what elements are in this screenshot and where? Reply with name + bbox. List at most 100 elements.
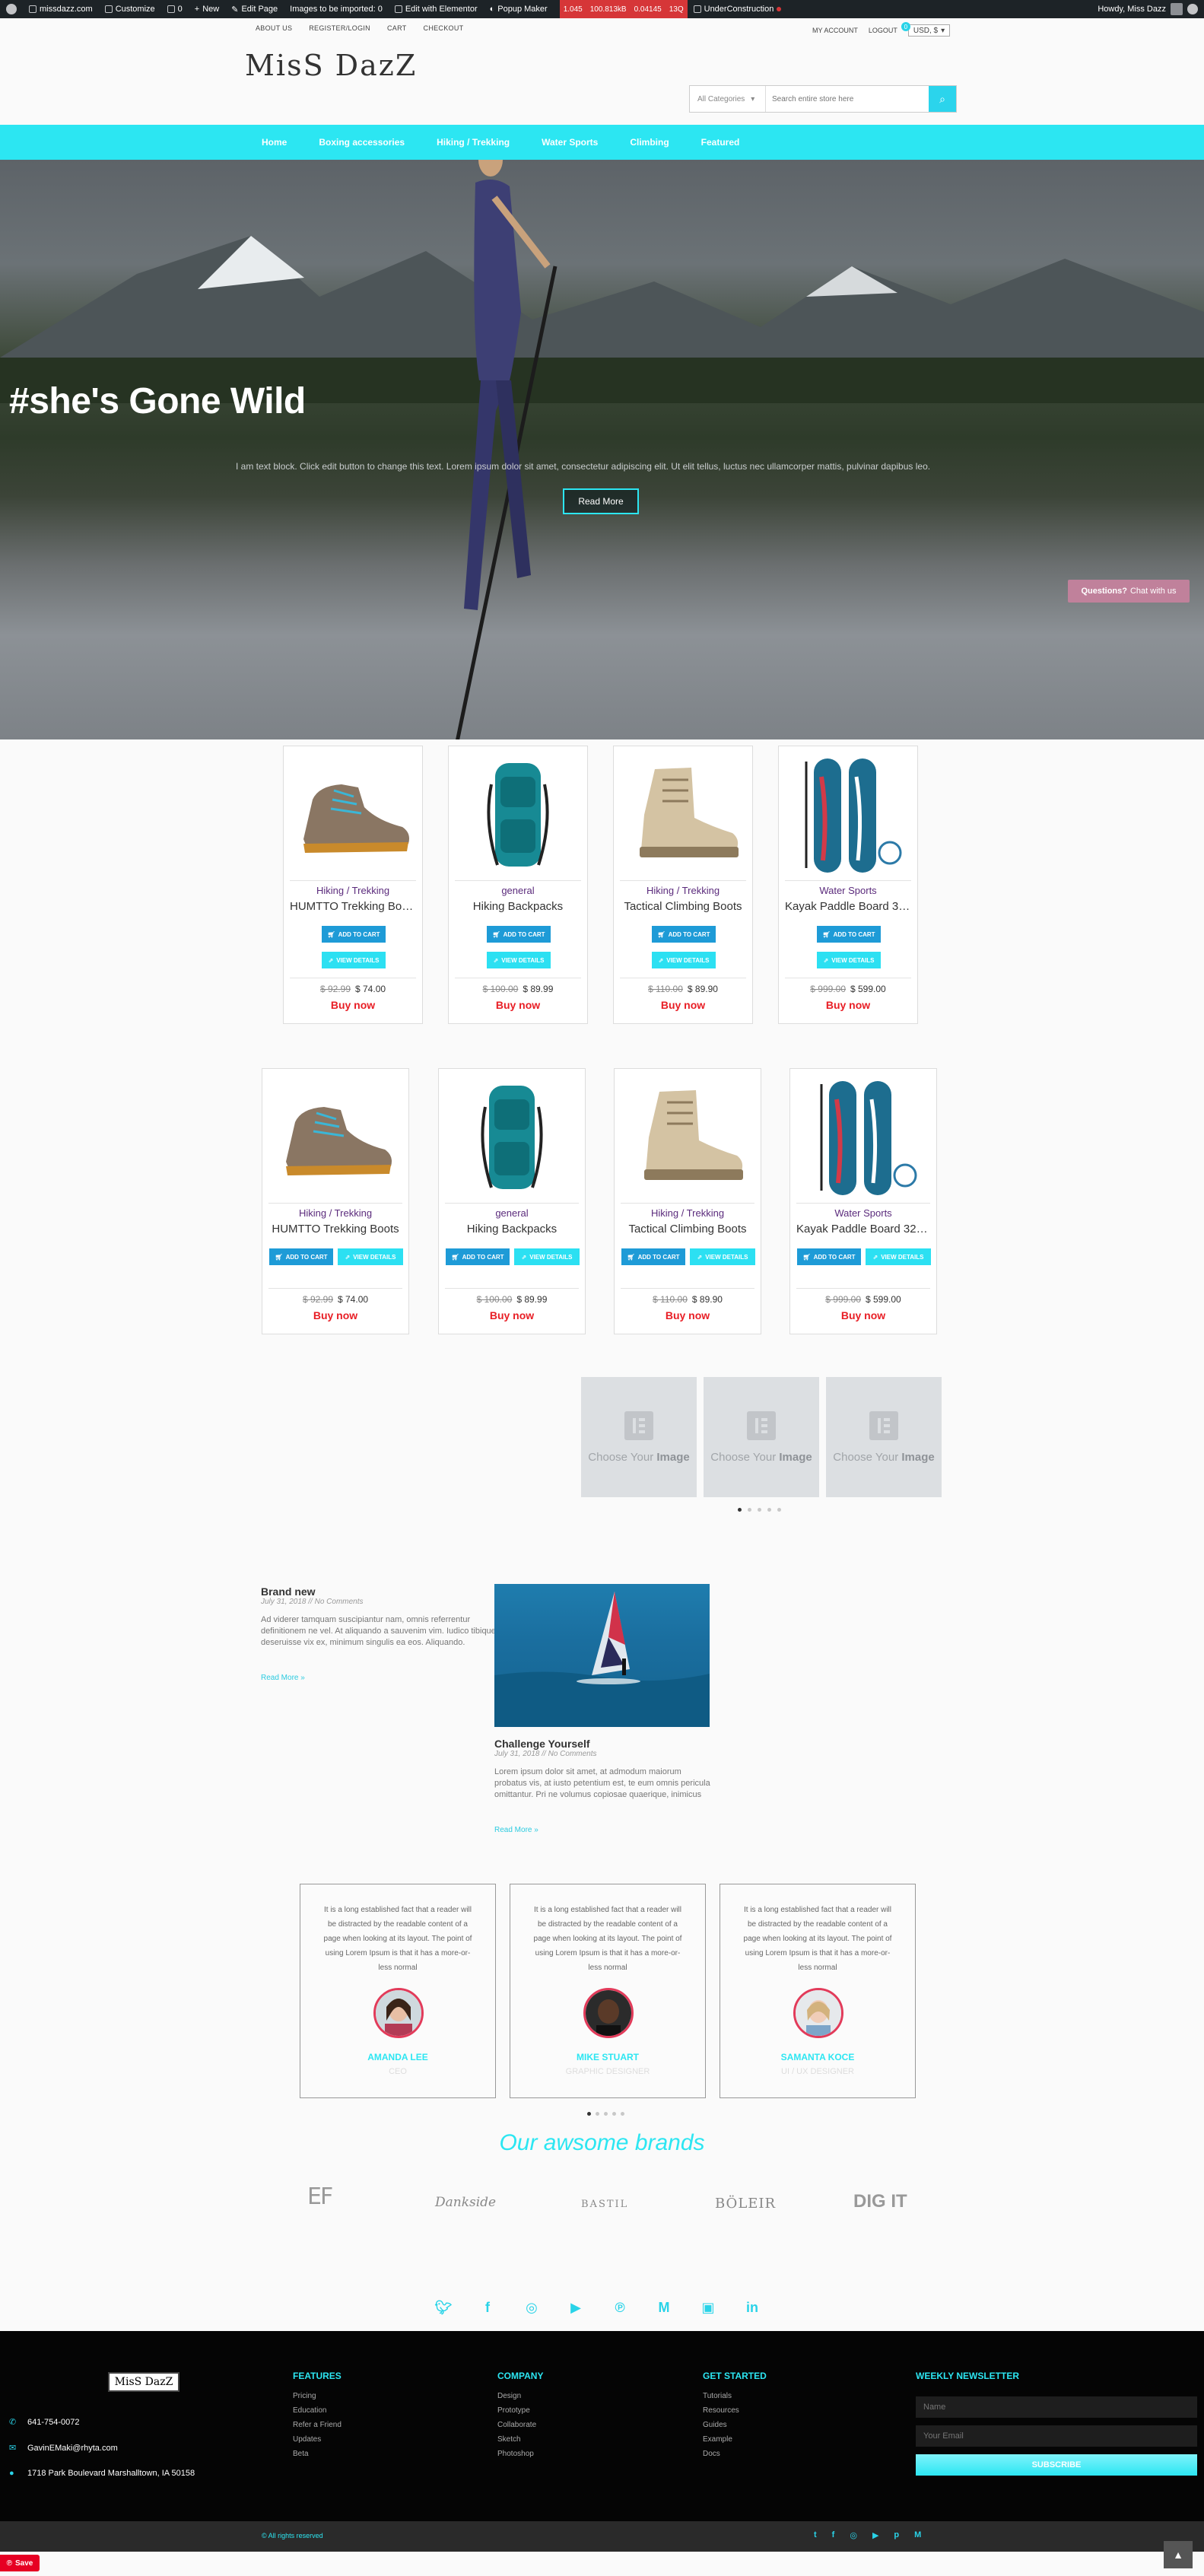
twitter-icon[interactable]: 🐦︎: [434, 2298, 453, 2317]
medium-icon[interactable]: M: [914, 2530, 921, 2540]
product-category[interactable]: Hiking / Trekking: [284, 885, 422, 896]
medium-icon[interactable]: M: [654, 2298, 674, 2317]
admin-comments[interactable]: 0: [167, 5, 183, 14]
add-to-cart-button[interactable]: 🛒︎ ADD TO CART: [322, 926, 386, 943]
admin-images-import[interactable]: Images to be imported: 0: [290, 5, 383, 14]
footer-phone[interactable]: ✆ 641-754-0072: [9, 2417, 80, 2428]
admin-elementor[interactable]: Edit with Elementor: [394, 5, 478, 14]
footer-link[interactable]: Prototype: [497, 2406, 530, 2415]
buy-now-link[interactable]: Buy now: [615, 1309, 761, 1321]
nav-climbing[interactable]: Climbing: [630, 137, 669, 148]
footer-link[interactable]: Photoshop: [497, 2450, 534, 2458]
linkedin-icon[interactable]: in: [742, 2298, 762, 2317]
product-image[interactable]: [799, 1077, 928, 1198]
footer-link[interactable]: Pricing: [293, 2392, 316, 2400]
product-image[interactable]: [623, 1077, 752, 1198]
view-details-button[interactable]: ⇗ VIEW DETAILS: [652, 952, 716, 968]
brand-logo[interactable]: BASTIL: [581, 2199, 628, 2210]
carousel-dot[interactable]: [612, 2112, 616, 2116]
view-details-button[interactable]: ⇗ VIEW DETAILS: [514, 1248, 580, 1265]
buy-now-link[interactable]: Buy now: [449, 999, 587, 1011]
carousel-dot[interactable]: [604, 2112, 608, 2116]
blog-post-image[interactable]: [494, 1584, 710, 1727]
currency-select[interactable]: 0 USD, $ ▾: [901, 22, 951, 37]
buy-now-link[interactable]: Buy now: [779, 999, 917, 1011]
pinterest-save-button[interactable]: ℗ Save: [0, 2555, 40, 2571]
nav-home[interactable]: Home: [262, 137, 287, 148]
hero-read-more-button[interactable]: Read More: [563, 488, 639, 514]
product-category[interactable]: Water Sports: [779, 885, 917, 896]
nav-water-sports[interactable]: Water Sports: [542, 137, 598, 148]
brand-logo[interactable]: DIG IT: [853, 2191, 907, 2212]
buy-now-link[interactable]: Buy now: [284, 999, 422, 1011]
add-to-cart-button[interactable]: 🛒︎ ADD TO CART: [797, 1248, 861, 1265]
twitter-icon[interactable]: t: [814, 2530, 817, 2540]
footer-link[interactable]: Docs: [703, 2450, 720, 2458]
admin-customize[interactable]: Customize: [104, 5, 155, 14]
chat-button[interactable]: Questions? Chat with us: [1068, 580, 1190, 603]
blog-read-more-link[interactable]: Read More »: [261, 1674, 305, 1682]
buy-now-link[interactable]: Buy now: [790, 1309, 936, 1321]
buy-now-link[interactable]: Buy now: [439, 1309, 585, 1321]
blog-post-title[interactable]: Challenge Yourself: [494, 1738, 590, 1750]
footer-link[interactable]: Guides: [703, 2421, 727, 2429]
carousel-dot[interactable]: [758, 1508, 761, 1512]
brand-logo[interactable]: BÖLEIR: [715, 2196, 776, 2212]
footer-email[interactable]: ✉ GavinEMaki@rhyta.com: [9, 2443, 118, 2454]
footer-link[interactable]: Design: [497, 2392, 521, 2400]
footer-link[interactable]: Updates: [293, 2435, 321, 2444]
dribbble-icon[interactable]: ◎: [850, 2530, 857, 2540]
admin-edit-page[interactable]: ✎ Edit Page: [231, 5, 278, 14]
product-name[interactable]: Hiking Backpacks: [439, 1223, 585, 1236]
brand-logo[interactable]: EF: [307, 2183, 333, 2210]
register-login-link[interactable]: REGISTER/LOGIN: [309, 24, 370, 32]
footer-link[interactable]: Education: [293, 2406, 326, 2415]
product-image[interactable]: [447, 1077, 577, 1198]
carousel-dot[interactable]: [748, 1508, 751, 1512]
carousel-dot[interactable]: [596, 2112, 599, 2116]
image-placeholder[interactable]: Choose Your Image: [581, 1377, 697, 1497]
pinterest-icon[interactable]: ℗: [610, 2298, 630, 2317]
add-to-cart-button[interactable]: 🛒︎ ADD TO CART: [652, 926, 716, 943]
buy-now-link[interactable]: Buy now: [262, 1309, 408, 1321]
about-us-link[interactable]: ABOUT US: [256, 24, 292, 32]
checkout-link[interactable]: CHECKOUT: [424, 24, 464, 32]
product-image[interactable]: [271, 1077, 400, 1198]
newsletter-name-field[interactable]: [916, 2396, 1197, 2418]
product-name[interactable]: Kayak Paddle Board 320cm: [790, 1223, 936, 1236]
view-details-button[interactable]: ⇗ VIEW DETAILS: [322, 952, 386, 968]
footer-link[interactable]: Beta: [293, 2450, 309, 2458]
nav-boxing-accessories[interactable]: Boxing accessories: [319, 137, 405, 148]
view-details-button[interactable]: ⇗ VIEW DETAILS: [866, 1248, 931, 1265]
add-to-cart-button[interactable]: 🛒︎ ADD TO CART: [269, 1248, 333, 1265]
nav-featured[interactable]: Featured: [701, 137, 740, 148]
youtube-icon[interactable]: ▶: [872, 2530, 878, 2540]
admin-wp-logo[interactable]: [6, 4, 17, 14]
product-name[interactable]: Tactical Climbing Boots: [614, 900, 752, 913]
footer-link[interactable]: Tutorials: [703, 2392, 732, 2400]
admin-account[interactable]: Howdy, Miss Dazz: [1098, 3, 1198, 15]
search-category-select[interactable]: All Categories ▾: [690, 86, 766, 112]
product-image[interactable]: [288, 754, 418, 876]
product-category[interactable]: Hiking / Trekking: [615, 1207, 761, 1219]
youtube-icon[interactable]: ▶: [566, 2298, 586, 2317]
carousel-dot[interactable]: [587, 2112, 591, 2116]
nav-hiking-trekking[interactable]: Hiking / Trekking: [437, 137, 510, 148]
product-category[interactable]: general: [449, 885, 587, 896]
logout-link[interactable]: LOGOUT: [869, 27, 897, 34]
footer-logo[interactable]: MisS DazZ: [108, 2372, 179, 2392]
my-account-link[interactable]: MY ACCOUNT: [812, 27, 858, 34]
product-category[interactable]: Hiking / Trekking: [614, 885, 752, 896]
product-image[interactable]: [453, 754, 583, 876]
add-to-cart-button[interactable]: 🛒︎ ADD TO CART: [487, 926, 551, 943]
site-logo[interactable]: MisS DazZ: [245, 49, 417, 82]
product-name[interactable]: HUMTTO Trekking Boots: [262, 1223, 408, 1236]
footer-link[interactable]: Refer a Friend: [293, 2421, 342, 2429]
blog-post-title[interactable]: Brand new: [261, 1585, 316, 1598]
add-to-cart-button[interactable]: 🛒︎ ADD TO CART: [446, 1248, 510, 1265]
view-details-button[interactable]: ⇗ VIEW DETAILS: [817, 952, 881, 968]
footer-link[interactable]: Sketch: [497, 2435, 521, 2444]
image-placeholder[interactable]: Choose Your Image: [826, 1377, 942, 1497]
blog-read-more-link[interactable]: Read More »: [494, 1826, 538, 1834]
add-to-cart-button[interactable]: 🛒︎ ADD TO CART: [817, 926, 881, 943]
